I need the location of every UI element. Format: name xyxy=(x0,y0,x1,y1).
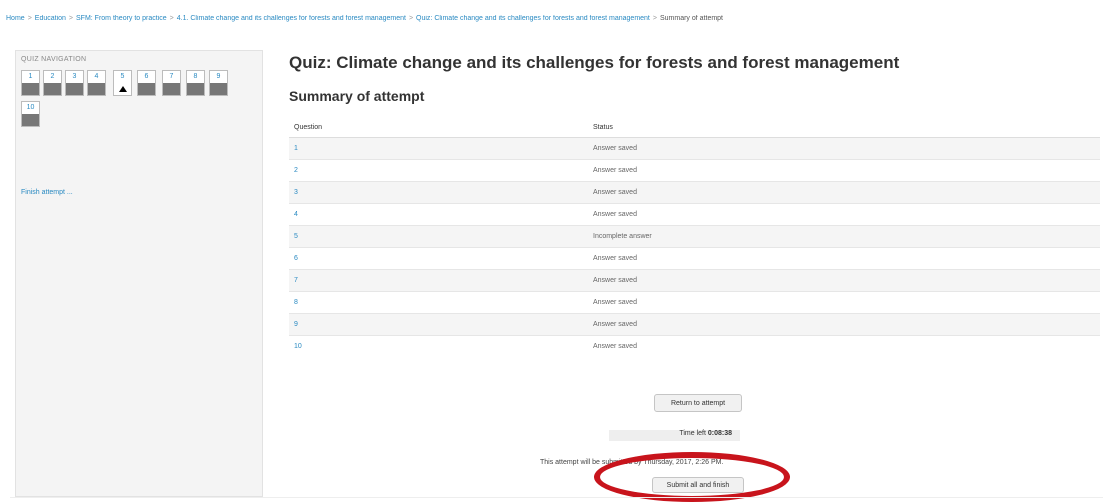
return-to-attempt-button[interactable]: Return to attempt xyxy=(654,394,742,412)
breadcrumb-section[interactable]: 4.1. Climate change and its challenges f… xyxy=(177,15,406,22)
question-link[interactable]: 6 xyxy=(289,247,588,270)
question-status: Answer saved xyxy=(588,159,1100,182)
breadcrumb-home[interactable]: Home xyxy=(6,15,25,22)
answer-saved-indicator xyxy=(138,83,155,95)
quiz-nav-button-number: 6 xyxy=(144,73,149,80)
question-link[interactable]: 5 xyxy=(289,225,588,248)
page-title: Quiz: Climate change and its challenges … xyxy=(289,53,900,72)
time-left-label: Time left xyxy=(679,430,706,437)
quiz-nav-button-number: 8 xyxy=(193,73,198,80)
question-link[interactable]: 7 xyxy=(289,269,588,292)
quiz-nav-button-number: 7 xyxy=(169,73,174,80)
answer-saved-indicator xyxy=(187,83,204,95)
quiz-navigation-block: QUIZ NAVIGATION 1 2 3 4 5 6 7 8 9 10 Fin… xyxy=(15,50,263,497)
breadcrumb-separator: > xyxy=(27,15,32,22)
breadcrumb-separator: > xyxy=(169,15,174,22)
answer-saved-indicator xyxy=(22,83,39,95)
question-status: Answer saved xyxy=(588,203,1100,226)
up-triangle-icon xyxy=(119,86,127,92)
summary-heading: Summary of attempt xyxy=(289,88,425,104)
quiz-nav-button-5-current[interactable]: 5 xyxy=(113,70,132,96)
question-link[interactable]: 2 xyxy=(289,159,588,182)
breadcrumb-separator: > xyxy=(652,15,657,22)
finish-attempt-link[interactable]: Finish attempt ... xyxy=(21,189,73,196)
question-status: Answer saved xyxy=(588,291,1100,314)
answer-saved-indicator xyxy=(88,83,105,95)
quiz-nav-button-10[interactable]: 10 xyxy=(21,101,40,127)
red-circle-annotation xyxy=(594,452,790,502)
table-header-row: Question Status xyxy=(289,117,1100,138)
answer-saved-indicator xyxy=(210,83,227,95)
time-left-value: 0:08:38 xyxy=(707,430,732,437)
answer-saved-indicator xyxy=(44,83,61,95)
column-header-question: Question xyxy=(289,117,588,138)
question-link[interactable]: 8 xyxy=(289,291,588,314)
quiz-nav-button-9[interactable]: 9 xyxy=(209,70,228,96)
quiz-nav-button-number: 1 xyxy=(28,73,33,80)
table-row: 1 Answer saved xyxy=(289,137,1100,160)
question-status: Incomplete answer xyxy=(588,225,1100,248)
question-status: Answer saved xyxy=(588,313,1100,336)
breadcrumb-course[interactable]: SFM: From theory to practice xyxy=(76,15,167,22)
quiz-nav-button-7[interactable]: 7 xyxy=(162,70,181,96)
question-link[interactable]: 3 xyxy=(289,181,588,204)
table-row: 9 Answer saved xyxy=(289,313,1100,336)
answer-saved-indicator xyxy=(66,83,83,95)
table-row: 6 Answer saved xyxy=(289,247,1100,270)
table-row: 5 Incomplete answer xyxy=(289,225,1100,248)
quiz-nav-button-number: 5 xyxy=(120,73,125,80)
table-row: 2 Answer saved xyxy=(289,159,1100,182)
quiz-nav-button-6[interactable]: 6 xyxy=(137,70,156,96)
table-row: 3 Answer saved xyxy=(289,181,1100,204)
time-left-display: Time left 0:08:38 xyxy=(609,430,740,441)
quiz-nav-button-4[interactable]: 4 xyxy=(87,70,106,96)
question-link[interactable]: 1 xyxy=(289,137,588,160)
answer-saved-indicator xyxy=(22,114,39,126)
breadcrumb-quiz[interactable]: Quiz: Climate change and its challenges … xyxy=(416,15,650,22)
summary-table: Question Status 1 Answer saved 2 Answer sa… xyxy=(289,117,1100,357)
question-link[interactable]: 10 xyxy=(289,335,588,357)
question-link[interactable]: 9 xyxy=(289,313,588,336)
quiz-nav-button-8[interactable]: 8 xyxy=(186,70,205,96)
breadcrumb-current: Summary of attempt xyxy=(659,15,724,22)
quiz-nav-button-number: 3 xyxy=(72,73,77,80)
question-status: Answer saved xyxy=(588,181,1100,204)
quiz-nav-button-number: 2 xyxy=(50,73,55,80)
quiz-nav-button-1[interactable]: 1 xyxy=(21,70,40,96)
footer-divider xyxy=(10,497,1103,498)
question-status: Answer saved xyxy=(588,335,1100,357)
question-status: Answer saved xyxy=(588,247,1100,270)
table-row: 7 Answer saved xyxy=(289,269,1100,292)
quiz-navigation-title: QUIZ NAVIGATION xyxy=(21,56,87,63)
breadcrumb: Home > Education > SFM: From theory to pract… xyxy=(6,15,1106,29)
column-header-status: Status xyxy=(588,117,1100,138)
table-row: 4 Answer saved xyxy=(289,203,1100,226)
answer-saved-indicator xyxy=(163,83,180,95)
quiz-nav-button-3[interactable]: 3 xyxy=(65,70,84,96)
quiz-nav-button-2[interactable]: 2 xyxy=(43,70,62,96)
breadcrumb-education[interactable]: Education xyxy=(35,15,66,22)
question-link[interactable]: 4 xyxy=(289,203,588,226)
quiz-nav-button-number: 9 xyxy=(216,73,221,80)
table-row: 10 Answer saved xyxy=(289,335,1100,357)
quiz-nav-button-number: 4 xyxy=(94,73,99,80)
table-row: 8 Answer saved xyxy=(289,291,1100,314)
question-status: Answer saved xyxy=(588,269,1100,292)
breadcrumb-separator: > xyxy=(408,15,414,22)
quiz-nav-button-number: 10 xyxy=(26,104,35,111)
question-status: Answer saved xyxy=(588,137,1100,160)
breadcrumb-separator: > xyxy=(68,15,74,22)
